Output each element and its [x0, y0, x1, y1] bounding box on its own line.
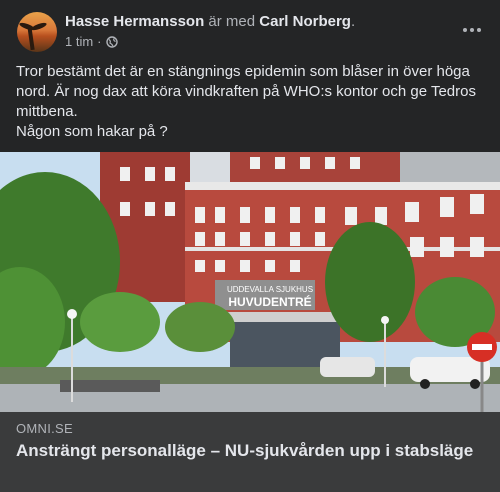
sign-line-2: HUVUDENTRÉ [228, 295, 312, 309]
post-text: Tror bestämt det är en stängnings epidem… [16, 62, 486, 142]
post-text-body: Tror bestämt det är en stängnings epidem… [16, 63, 476, 120]
palm-leaf [30, 21, 48, 32]
author-name[interactable]: Hasse Hermansson [65, 13, 204, 30]
post-text-question: Någon som hakar på ? [16, 123, 168, 140]
author-line: Hasse Hermansson är med Carl Norberg. [65, 13, 355, 30]
with-text: är med [208, 13, 256, 30]
link-title[interactable]: Ansträngt personalläge – NU-sjukvården u… [16, 440, 486, 461]
hospital-photo [0, 152, 500, 412]
post-header: Hasse Hermansson är med Carl Norberg. 1 … [0, 0, 500, 58]
link-preview-image[interactable]: UDDEVALLA SJUKHUS HUVUDENTRÉ [0, 152, 500, 412]
tagged-name[interactable]: Carl Norberg [259, 13, 351, 30]
meta-separator: · [97, 34, 102, 49]
period: . [350, 13, 356, 30]
post-meta: 1 tim · [65, 34, 118, 49]
post-time[interactable]: 1 tim [65, 34, 93, 49]
author-avatar[interactable] [17, 12, 57, 52]
link-domain: OMNI.SE [16, 421, 73, 436]
hospital-sign: UDDEVALLA SJUKHUS HUVUDENTRÉ [220, 284, 320, 308]
globe-icon[interactable] [105, 35, 118, 48]
more-options-icon[interactable] [457, 15, 487, 45]
